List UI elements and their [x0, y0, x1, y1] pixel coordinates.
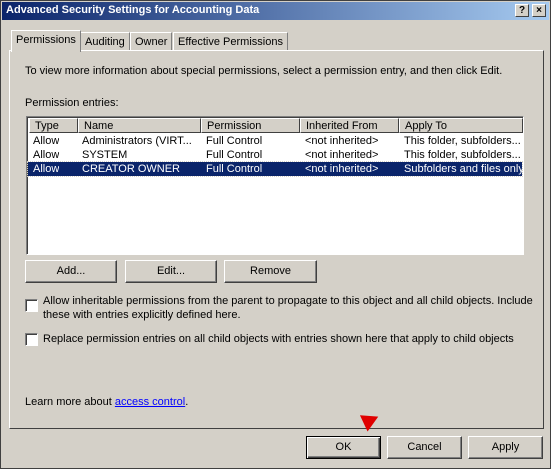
permission-entries-label: Permission entries:: [25, 97, 119, 109]
column-header-permission[interactable]: Permission: [201, 118, 300, 133]
help-button[interactable]: ?: [515, 4, 529, 17]
inherit-permissions-checkbox[interactable]: [25, 299, 38, 312]
title-bar[interactable]: Advanced Security Settings for Accountin…: [2, 2, 549, 20]
close-button[interactable]: ×: [532, 4, 546, 17]
tab-effective-permissions[interactable]: Effective Permissions: [173, 32, 288, 50]
learn-more-prefix: Learn more about: [25, 396, 115, 408]
window-title: Advanced Security Settings for Accountin…: [6, 4, 260, 16]
inherit-permissions-label-line1: Allow inheritable permissions from the p…: [43, 295, 533, 307]
replace-entries-label: Replace permission entries on all child …: [43, 333, 514, 345]
table-row-selected[interactable]: Allow CREATOR OWNER Full Control <not in…: [27, 161, 523, 177]
tab-permissions[interactable]: Permissions: [11, 30, 81, 52]
cell-inherited-from: <not inherited>: [305, 149, 379, 161]
learn-more-text: Learn more about access control.: [25, 396, 188, 408]
permission-entries-list[interactable]: Type Name Permission Inherited From Appl…: [26, 116, 524, 255]
tab-owner[interactable]: Owner: [130, 32, 173, 50]
cell-name: SYSTEM: [82, 149, 128, 161]
cell-type: Allow: [33, 135, 60, 147]
tab-permissions-label: Permissions: [16, 34, 76, 46]
edit-button[interactable]: Edit...: [125, 260, 217, 283]
tab-auditing-label: Auditing: [85, 36, 125, 48]
inherit-permissions-label-line2: these with entries explicitly defined he…: [43, 309, 241, 321]
security-settings-dialog: Advanced Security Settings for Accountin…: [0, 0, 551, 469]
tab-owner-label: Owner: [135, 36, 168, 48]
cell-permission: Full Control: [206, 149, 263, 161]
cell-inherited-from: <not inherited>: [305, 163, 379, 175]
column-header-type[interactable]: Type: [29, 118, 78, 133]
add-button[interactable]: Add...: [25, 260, 117, 283]
cell-apply-to: This folder, subfolders...: [404, 135, 521, 147]
intro-text: To view more information about special p…: [25, 65, 503, 77]
cell-name: CREATOR OWNER: [82, 163, 180, 175]
cell-type: Allow: [33, 163, 60, 175]
cell-type: Allow: [33, 149, 60, 161]
table-row[interactable]: Allow Administrators (VIRT... Full Contr…: [28, 134, 522, 148]
cancel-button[interactable]: Cancel: [387, 436, 462, 459]
apply-button[interactable]: Apply: [468, 436, 543, 459]
cell-permission: Full Control: [206, 135, 263, 147]
column-header-name[interactable]: Name: [78, 118, 201, 133]
column-header-apply-to[interactable]: Apply To: [399, 118, 523, 133]
cell-permission: Full Control: [206, 163, 263, 175]
access-control-link[interactable]: access control: [115, 396, 185, 408]
cell-apply-to: This folder, subfolders...: [404, 149, 521, 161]
cell-name: Administrators (VIRT...: [82, 135, 192, 147]
remove-button[interactable]: Remove: [224, 260, 317, 283]
cell-apply-to: Subfolders and files only: [404, 163, 522, 175]
learn-more-suffix: .: [185, 396, 189, 408]
cell-inherited-from: <not inherited>: [305, 135, 379, 147]
table-row[interactable]: Allow SYSTEM Full Control <not inherited…: [28, 148, 522, 162]
tab-auditing[interactable]: Auditing: [80, 32, 130, 50]
replace-entries-checkbox[interactable]: [25, 333, 38, 346]
tab-effective-permissions-label: Effective Permissions: [178, 36, 283, 48]
column-header-inherited-from[interactable]: Inherited From: [300, 118, 399, 133]
ok-button[interactable]: OK: [306, 436, 381, 459]
